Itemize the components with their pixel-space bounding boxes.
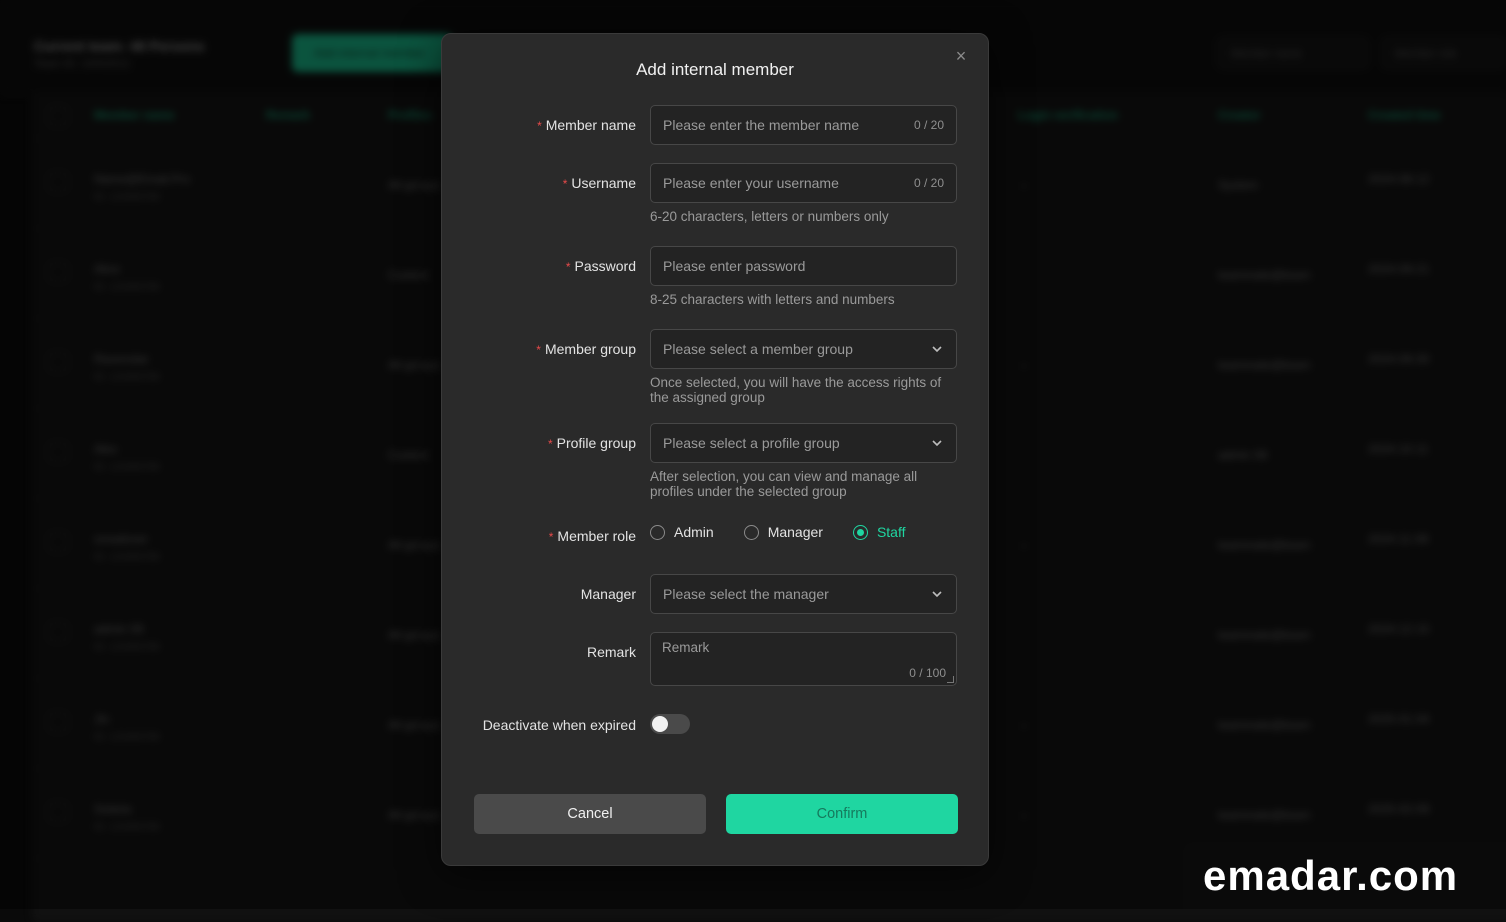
manager-label: Manager [580, 586, 636, 602]
deactivate-toggle[interactable] [650, 714, 690, 734]
username-field[interactable]: 0 / 20 [650, 163, 957, 203]
required-mark: * [565, 260, 571, 274]
deactivate-label: Deactivate when expired [482, 717, 636, 733]
dialog-title: Add internal member [636, 60, 794, 79]
chevron-down-icon [932, 346, 942, 353]
role-option-manager[interactable]: Manager [743, 524, 823, 540]
toggle-knob [652, 716, 668, 732]
resize-handle-icon[interactable] [947, 676, 954, 683]
manager-select[interactable]: Please select the manager [650, 574, 957, 614]
member-name-label: * Member name [537, 117, 636, 133]
password-field[interactable] [650, 246, 957, 286]
role-label: Admin [674, 524, 714, 540]
username-counter: 0 / 20 [913, 176, 944, 190]
profile-group-placeholder: Please select a profile group [663, 435, 840, 451]
radio-circle[interactable] [743, 524, 759, 540]
required-mark: * [562, 177, 568, 191]
confirm-button[interactable]: Confirm [726, 794, 958, 834]
required-mark: * [547, 437, 553, 451]
required-mark: * [536, 343, 541, 357]
password-label: * Password [565, 258, 636, 274]
username-hint: 6-20 characters, letters or numbers only [650, 209, 889, 224]
password-hint: 8-25 characters with letters and numbers [650, 292, 895, 307]
member-name-field[interactable]: 0 / 20 [650, 105, 957, 145]
member-role-radio-group: Admin Manager Staff [650, 524, 936, 540]
remark-textarea[interactable] [662, 640, 942, 666]
username-input[interactable] [663, 175, 906, 191]
role-label: Manager [767, 524, 823, 540]
role-option-staff[interactable]: Staff [852, 524, 906, 540]
profile-group-hint: After selection, you can view and manage… [650, 469, 918, 499]
member-group-select[interactable]: Please select a member group [650, 329, 957, 369]
radio-circle-selected[interactable] [852, 524, 868, 540]
role-option-admin[interactable]: Admin [650, 524, 714, 540]
role-label: Staff [876, 524, 906, 540]
username-label: * Username [562, 175, 636, 191]
close-icon[interactable]: × [951, 46, 971, 66]
radio-circle[interactable] [650, 524, 665, 540]
manager-placeholder: Please select the manager [663, 586, 829, 602]
remark-counter: 0 / 100 [909, 666, 946, 680]
cancel-button[interactable]: Cancel [474, 794, 706, 834]
member-name-input[interactable] [663, 117, 906, 133]
watermark-text: emadar.com [1203, 852, 1459, 899]
member-group-placeholder: Please select a member group [663, 341, 853, 357]
required-mark: * [548, 530, 554, 544]
chevron-down-icon [932, 440, 942, 447]
profile-group-select[interactable]: Please select a profile group [650, 423, 957, 463]
chevron-down-icon [932, 591, 942, 598]
password-input[interactable] [663, 258, 944, 274]
member-name-counter: 0 / 20 [913, 118, 944, 132]
member-group-hint: Once selected, you will have the access … [650, 375, 942, 405]
remark-field[interactable]: 0 / 100 [650, 632, 957, 686]
add-member-dialog: Add internal member × *Member name 0 / 2… [441, 33, 989, 866]
member-group-label: * Member group [536, 341, 636, 357]
remark-label: Remark [586, 644, 636, 660]
member-role-label: * Member role [548, 528, 636, 544]
required-mark: * [537, 119, 542, 133]
profile-group-label: * Profile group [547, 435, 636, 451]
